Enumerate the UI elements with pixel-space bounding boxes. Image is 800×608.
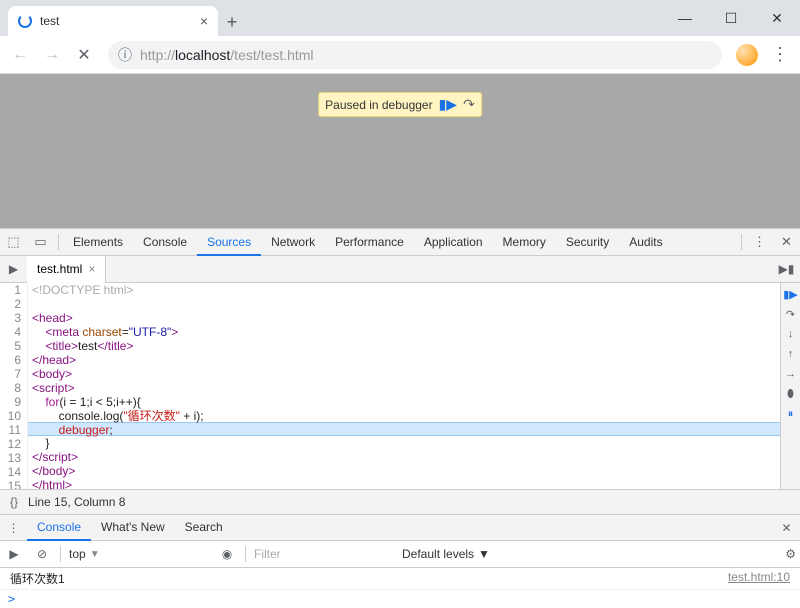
device-toolbar-icon[interactable]: ▭ xyxy=(27,234,54,250)
window-controls: — ☐ ✕ xyxy=(662,0,800,36)
stop-button[interactable]: ✕ xyxy=(70,41,98,69)
log-levels-selector[interactable]: Default levels▼ xyxy=(402,547,490,561)
drawer-tab-search[interactable]: Search xyxy=(175,514,233,541)
log-message: 循环次数1 xyxy=(10,570,728,587)
browser-toolbar: ← → ✕ ⓘ http://localhost/test/test.html … xyxy=(0,36,800,74)
step-over-icon[interactable]: ↷ xyxy=(784,307,798,321)
tab-memory[interactable]: Memory xyxy=(493,229,556,256)
show-navigator-icon[interactable]: ▶ xyxy=(0,262,27,276)
drawer-tab-console[interactable]: Console xyxy=(27,514,91,541)
address-bar[interactable]: ⓘ http://localhost/test/test.html xyxy=(108,41,722,69)
file-tab-close-icon[interactable]: × xyxy=(88,262,95,276)
inspect-element-icon[interactable]: ⬚ xyxy=(0,234,27,250)
tab-network[interactable]: Network xyxy=(261,229,325,256)
deactivate-breakpoints-icon[interactable]: ⬮ xyxy=(784,387,798,401)
loading-spinner-icon xyxy=(18,14,32,28)
browser-menu-button[interactable]: ⋮ xyxy=(766,44,794,65)
step-over-button[interactable]: ↷ xyxy=(463,96,475,113)
paused-text: Paused in debugger xyxy=(325,98,432,112)
log-source-link[interactable]: test.html:10 xyxy=(728,570,790,587)
minimize-button[interactable]: — xyxy=(662,0,708,36)
tab-close-icon[interactable]: × xyxy=(200,13,208,29)
tab-security[interactable]: Security xyxy=(556,229,619,256)
pretty-print-icon[interactable]: {} xyxy=(10,495,18,509)
site-info-icon[interactable]: ⓘ xyxy=(118,45,132,65)
page-viewport: Paused in debugger ▮▶ ↷ xyxy=(0,74,800,228)
devtools-tab-bar: ⬚ ▭ ElementsConsoleSourcesNetworkPerform… xyxy=(0,229,800,256)
tab-audits[interactable]: Audits xyxy=(619,229,672,256)
tab-elements[interactable]: Elements xyxy=(63,229,133,256)
new-tab-button[interactable]: + xyxy=(218,8,246,36)
code-editor[interactable]: 123456789101112131415 <!DOCTYPE html><he… xyxy=(0,283,780,489)
tab-title: test xyxy=(40,14,200,28)
context-selector[interactable]: top▼ xyxy=(69,547,209,561)
profile-avatar[interactable] xyxy=(736,44,758,66)
devtools-settings-icon[interactable]: ⋮ xyxy=(746,234,773,250)
line-gutter: 123456789101112131415 xyxy=(0,283,28,489)
debugger-sidebar: ▮▶ ↷ ↓ ↑ → ⬮ ⏸ xyxy=(780,283,800,489)
step-out-icon[interactable]: ↑ xyxy=(784,347,798,361)
devtools-panel: ⬚ ▭ ElementsConsoleSourcesNetworkPerform… xyxy=(0,228,800,608)
show-debugger-icon[interactable]: ▶▮ xyxy=(773,262,800,276)
console-sidebar-icon[interactable]: ▶ xyxy=(4,547,24,561)
step-icon[interactable]: → xyxy=(784,367,798,381)
file-tab-label: test.html xyxy=(37,262,82,276)
sources-file-tabs: ▶ test.html × ▶▮ xyxy=(0,256,800,283)
forward-button[interactable]: → xyxy=(38,41,66,69)
tab-sources[interactable]: Sources xyxy=(197,229,261,256)
url-text: http://localhost/test/test.html xyxy=(140,47,314,63)
chevron-down-icon: ▼ xyxy=(90,549,100,560)
step-into-icon[interactable]: ↓ xyxy=(784,327,798,341)
console-prompt[interactable]: > xyxy=(0,590,800,608)
clear-console-icon[interactable]: ⊘ xyxy=(32,547,52,561)
pause-exceptions-icon[interactable]: ⏸ xyxy=(784,407,798,421)
console-settings-icon[interactable]: ⚙ xyxy=(785,547,796,561)
editor-status-bar: {} Line 15, Column 8 xyxy=(0,489,800,514)
cursor-position: Line 15, Column 8 xyxy=(28,495,125,509)
console-output: 循环次数1 test.html:10 > xyxy=(0,568,800,608)
live-expression-icon[interactable]: ◉ xyxy=(217,547,237,561)
back-button[interactable]: ← xyxy=(6,41,34,69)
resume-button[interactable]: ▮▶ xyxy=(439,96,457,113)
console-toolbar: ▶ ⊘ top▼ ◉ Default levels▼ ⚙ xyxy=(0,541,800,568)
drawer-tab-what-s-new[interactable]: What's New xyxy=(91,514,175,541)
drawer-tab-bar: ⋮ ConsoleWhat's NewSearch ✕ xyxy=(0,514,800,541)
window-titlebar: test × + — ☐ ✕ xyxy=(0,0,800,36)
resume-icon[interactable]: ▮▶ xyxy=(784,287,798,301)
drawer-menu-icon[interactable]: ⋮ xyxy=(0,521,27,535)
drawer-close-icon[interactable]: ✕ xyxy=(773,521,800,535)
code-area[interactable]: <!DOCTYPE html><head> <meta charset="UTF… xyxy=(28,283,780,489)
console-filter-input[interactable] xyxy=(254,547,394,561)
file-tab[interactable]: test.html × xyxy=(27,256,106,283)
tab-console[interactable]: Console xyxy=(133,229,197,256)
close-window-button[interactable]: ✕ xyxy=(754,0,800,36)
browser-tab[interactable]: test × xyxy=(8,6,218,36)
tab-performance[interactable]: Performance xyxy=(325,229,414,256)
console-log-entry: 循环次数1 test.html:10 xyxy=(0,568,800,590)
devtools-close-icon[interactable]: ✕ xyxy=(773,234,800,250)
chevron-down-icon: ▼ xyxy=(478,547,490,561)
maximize-button[interactable]: ☐ xyxy=(708,0,754,36)
debugger-paused-overlay: Paused in debugger ▮▶ ↷ xyxy=(318,92,482,117)
tab-application[interactable]: Application xyxy=(414,229,493,256)
